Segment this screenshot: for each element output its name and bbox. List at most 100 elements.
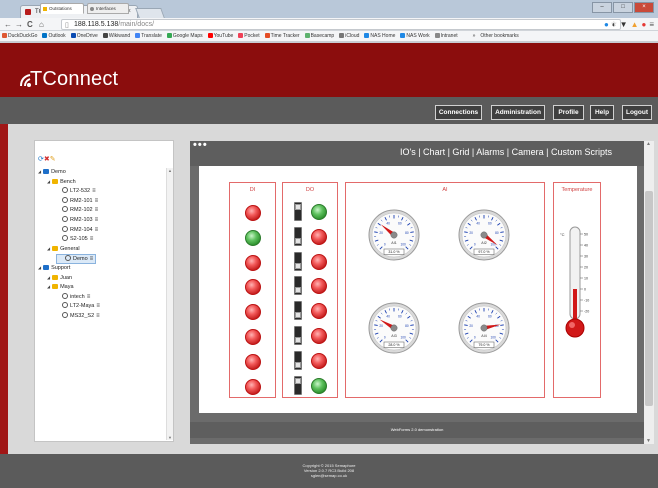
do-switch-2[interactable]	[294, 226, 302, 246]
io-menu[interactable]: IO's | Chart | Grid | Alarms | Camera | …	[400, 146, 640, 158]
switch-knob[interactable]	[295, 312, 301, 319]
switch-knob[interactable]	[295, 337, 301, 343]
content-scrollbar[interactable]: ▲ ▼	[644, 141, 654, 444]
switch-knob[interactable]	[295, 287, 301, 294]
switch-knob[interactable]	[295, 204, 301, 210]
tree-node[interactable]: Demo ≡	[56, 254, 97, 265]
edit-icon[interactable]: ✎	[50, 156, 56, 163]
back-icon[interactable]: ←	[4, 18, 12, 31]
tree-node[interactable]: ◢ Support	[38, 264, 70, 272]
extension-icon[interactable]: ●	[604, 19, 609, 30]
scroll-down-icon[interactable]: ▼	[646, 438, 651, 444]
node-menu-icon[interactable]: ≡	[90, 256, 94, 262]
node-menu-icon[interactable]: ≡	[95, 227, 99, 233]
bookmark-item[interactable]: Translate	[135, 31, 162, 41]
tree-node[interactable]: ◢ Bench	[47, 178, 76, 186]
new-tab-button[interactable]	[135, 8, 165, 18]
tab-interfaces[interactable]: Interfaces	[87, 3, 129, 14]
bookmark-item[interactable]: Basecamp	[304, 31, 334, 41]
tree-node[interactable]: ◢ Maya	[47, 283, 74, 291]
do-switch-3[interactable]	[294, 251, 302, 271]
panel-options-icon[interactable]: • • •	[193, 140, 207, 151]
tree-node[interactable]: RM2-101 ≡	[56, 196, 99, 205]
gauge-hub	[480, 324, 488, 332]
nav-logout-button[interactable]: Logout	[622, 105, 652, 120]
switch-knob[interactable]	[295, 237, 301, 244]
tree-node[interactable]: RM2-104 ≡	[56, 225, 99, 234]
tree-node[interactable]: RM2-102 ≡	[56, 206, 98, 214]
close-window-icon[interactable]: ×	[634, 2, 654, 13]
node-menu-icon[interactable]: ≡	[92, 188, 96, 194]
nav-help-button[interactable]: Help	[590, 105, 614, 120]
node-menu-icon[interactable]: ≡	[95, 217, 99, 223]
bookmark-item[interactable]: Pocket	[238, 31, 260, 41]
brand-title[interactable]: TConnect	[30, 68, 118, 91]
bookmark-item[interactable]: Wikiwand	[102, 31, 130, 41]
home-icon[interactable]: ⌂	[39, 18, 44, 31]
node-menu-icon[interactable]: ≡	[96, 313, 100, 319]
bookmark-item[interactable]: Outlook	[42, 31, 66, 41]
node-menu-icon[interactable]: ≡	[96, 303, 100, 309]
scrollbar-thumb[interactable]	[645, 191, 653, 406]
pocket-icon[interactable]: ▼	[620, 19, 628, 30]
bookmark-item[interactable]: Time Tracker	[264, 31, 300, 41]
minimize-icon[interactable]: –	[592, 2, 612, 13]
tree-node[interactable]: LT2-532 ≡	[56, 187, 96, 195]
do-switch-7[interactable]	[294, 350, 302, 370]
bookmark-item[interactable]: NAS Work	[400, 31, 430, 41]
forward-icon[interactable]: →	[15, 18, 23, 31]
expand-arrow-icon[interactable]: ◢	[47, 275, 50, 280]
scroll-down-icon[interactable]: ▼	[168, 435, 172, 440]
scroll-up-icon[interactable]: ▲	[646, 141, 651, 147]
switch-knob[interactable]	[295, 262, 301, 269]
node-menu-icon[interactable]: ≡	[87, 294, 91, 300]
reload-icon[interactable]: C	[27, 18, 33, 31]
expand-arrow-icon[interactable]: ◢	[47, 284, 50, 289]
tree-node[interactable]: S2-105 ≡	[56, 235, 93, 243]
other-bookmarks[interactable]: Other bookmarks	[480, 31, 518, 41]
extension-icon[interactable]: ●	[641, 19, 646, 30]
tree-node[interactable]: MS32_S2 ≡	[56, 312, 100, 320]
nav-profile-button[interactable]: Profile	[553, 105, 584, 120]
bookmarks-overflow-button[interactable]: »	[473, 31, 476, 41]
expand-arrow-icon[interactable]: ◢	[38, 265, 41, 270]
switch-knob[interactable]	[295, 361, 301, 368]
do-switch-4[interactable]	[294, 276, 302, 296]
address-bar[interactable]: ▯ 188.118.5.138/main/docs/ ☆	[61, 19, 621, 30]
expand-arrow-icon[interactable]: ◢	[47, 179, 50, 184]
expand-arrow-icon[interactable]: ◢	[47, 246, 50, 251]
maximize-icon[interactable]: □	[613, 2, 633, 13]
nav-connections-button[interactable]: Connections	[435, 105, 482, 120]
tree-node[interactable]: ◢ General	[47, 245, 80, 253]
switch-knob[interactable]	[295, 377, 301, 384]
contact-link[interactable]: sglen@semap.co.uk	[0, 473, 658, 478]
tree-node[interactable]: LT2-Maya ≡	[56, 302, 100, 310]
gauge-tick-label: 0	[474, 242, 476, 246]
node-menu-icon[interactable]: ≡	[95, 198, 99, 204]
do-switch-1[interactable]	[294, 202, 302, 221]
node-menu-icon[interactable]: ≡	[90, 236, 94, 242]
node-menu-icon[interactable]: ≡	[95, 207, 99, 213]
bookmark-item[interactable]: NAS Home	[364, 31, 395, 41]
tree-node[interactable]: ◢ Juan	[47, 274, 72, 282]
do-switch-6[interactable]	[294, 326, 302, 345]
bookmark-item[interactable]: iCloud	[339, 31, 359, 41]
bookmark-item[interactable]: YouTube	[207, 31, 233, 41]
bookmark-item[interactable]: OneDrive	[70, 31, 98, 41]
menu-icon[interactable]: ≡	[649, 19, 654, 30]
tree-node[interactable]: intech ≡	[56, 292, 91, 301]
extension-icon[interactable]: ◐	[612, 19, 617, 30]
extension-icon[interactable]: ▲	[631, 19, 639, 30]
tab-outstations[interactable]: Outstations	[40, 3, 84, 14]
do-switch-5[interactable]	[294, 301, 302, 321]
nav-administration-button[interactable]: Administration	[491, 105, 545, 120]
bookmark-item[interactable]: Intranet	[434, 31, 458, 41]
do-switch-8[interactable]	[294, 375, 302, 395]
tree-scrollbar[interactable]: ▲ ▼	[166, 168, 173, 440]
tree-node[interactable]: RM2-103 ≡	[56, 216, 98, 224]
scroll-up-icon[interactable]: ▲	[168, 168, 172, 173]
tree-node[interactable]: ◢ Demo	[38, 168, 66, 176]
bookmark-item[interactable]: DuckDuckGo	[2, 31, 37, 41]
expand-arrow-icon[interactable]: ◢	[38, 169, 41, 174]
bookmark-item[interactable]: Google Maps	[166, 31, 203, 41]
